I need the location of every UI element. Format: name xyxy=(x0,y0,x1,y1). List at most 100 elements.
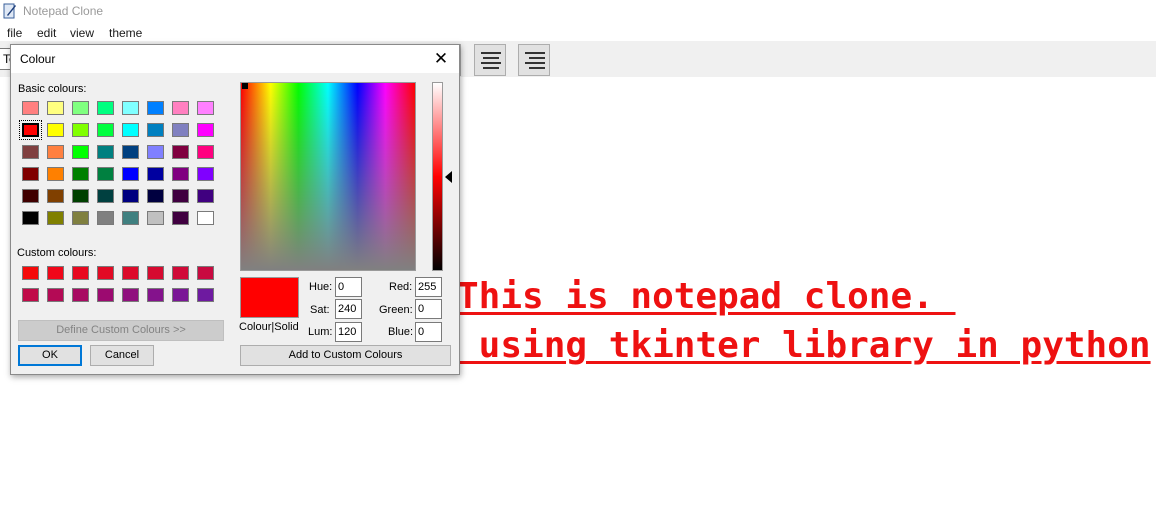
define-custom-colours-button[interactable]: Define Custom Colours >> xyxy=(18,320,224,341)
basic-colour-swatch[interactable] xyxy=(172,211,189,225)
menubar: file edit view theme xyxy=(0,24,1156,42)
basic-colour-swatch[interactable] xyxy=(122,189,139,203)
custom-colour-swatch[interactable] xyxy=(197,266,214,280)
basic-colour-swatch[interactable] xyxy=(47,189,64,203)
cancel-button[interactable]: Cancel xyxy=(90,345,154,366)
basic-colour-swatch[interactable] xyxy=(147,211,164,225)
basic-colour-swatch[interactable] xyxy=(197,167,214,181)
custom-colour-swatch[interactable] xyxy=(122,266,139,280)
basic-colour-swatch[interactable] xyxy=(72,211,89,225)
align-center-icon xyxy=(481,52,501,69)
basic-colour-swatch[interactable] xyxy=(72,123,89,137)
basic-colour-swatch[interactable] xyxy=(97,211,114,225)
basic-colour-swatch[interactable] xyxy=(47,101,64,115)
basic-colour-swatch[interactable] xyxy=(147,145,164,159)
colour-solid-label: Colour|Solid xyxy=(239,321,299,333)
basic-colour-swatch[interactable] xyxy=(122,211,139,225)
basic-colour-swatch[interactable] xyxy=(97,189,114,203)
basic-colour-swatch[interactable] xyxy=(97,101,114,115)
basic-colour-swatch[interactable] xyxy=(147,101,164,115)
align-right-button[interactable] xyxy=(518,44,550,76)
basic-colour-swatch[interactable] xyxy=(22,211,39,225)
green-label: Green: xyxy=(379,304,413,316)
custom-colour-swatch[interactable] xyxy=(147,266,164,280)
custom-colour-swatch[interactable] xyxy=(97,288,114,302)
blue-label: Blue: xyxy=(388,326,414,338)
luminosity-slider[interactable] xyxy=(432,82,443,271)
basic-colour-swatch[interactable] xyxy=(197,145,214,159)
basic-colour-swatch[interactable] xyxy=(47,145,64,159)
luminosity-arrow-icon[interactable] xyxy=(445,171,452,183)
basic-colour-swatch[interactable] xyxy=(97,167,114,181)
sat-input[interactable]: 240 xyxy=(335,299,362,319)
colour-spectrum[interactable] xyxy=(240,82,416,271)
basic-colour-swatch[interactable] xyxy=(172,167,189,181)
crosshair-icon xyxy=(242,83,248,89)
basic-colour-swatch[interactable] xyxy=(47,167,64,181)
basic-colour-swatch[interactable] xyxy=(147,167,164,181)
add-to-custom-colours-button[interactable]: Add to Custom Colours xyxy=(240,345,451,366)
menu-view[interactable]: view xyxy=(70,26,94,40)
basic-colour-swatch[interactable] xyxy=(172,145,189,159)
basic-colour-swatch[interactable] xyxy=(147,123,164,137)
basic-colour-swatch[interactable] xyxy=(197,189,214,203)
red-input[interactable]: 255 xyxy=(415,277,442,297)
basic-colour-swatch[interactable] xyxy=(122,167,139,181)
basic-colour-swatch[interactable] xyxy=(172,189,189,203)
basic-colour-swatch[interactable] xyxy=(172,101,189,115)
ok-button[interactable]: OK xyxy=(18,345,82,366)
custom-colour-swatch[interactable] xyxy=(72,266,89,280)
lum-input[interactable]: 120 xyxy=(335,322,362,342)
hue-label: Hue: xyxy=(309,281,333,293)
basic-colour-swatch[interactable] xyxy=(22,189,39,203)
colour-dialog: Colour ✕ Basic colours: Custom colours: … xyxy=(10,44,460,375)
menu-edit[interactable]: edit xyxy=(37,26,56,40)
basic-colour-swatch[interactable] xyxy=(47,211,64,225)
custom-colour-swatch[interactable] xyxy=(122,288,139,302)
custom-colour-swatch[interactable] xyxy=(172,288,189,302)
basic-colour-swatch[interactable] xyxy=(22,145,39,159)
custom-colour-swatch[interactable] xyxy=(172,266,189,280)
basic-colour-swatch[interactable] xyxy=(172,123,189,137)
colour-preview xyxy=(240,277,299,318)
basic-colour-swatch[interactable] xyxy=(197,211,214,225)
basic-colour-swatch[interactable] xyxy=(122,145,139,159)
sat-label: Sat: xyxy=(310,304,330,316)
custom-colour-swatch[interactable] xyxy=(97,266,114,280)
basic-colour-swatch[interactable] xyxy=(22,101,39,115)
basic-colour-swatch[interactable] xyxy=(122,101,139,115)
basic-colour-swatch[interactable] xyxy=(147,189,164,203)
basic-colour-swatch[interactable] xyxy=(19,120,42,140)
basic-colour-swatch[interactable] xyxy=(72,101,89,115)
basic-colour-swatch[interactable] xyxy=(97,145,114,159)
green-input[interactable]: 0 xyxy=(415,299,442,319)
custom-colour-swatch[interactable] xyxy=(147,288,164,302)
blue-input[interactable]: 0 xyxy=(415,322,442,342)
window-titlebar: Notepad Clone xyxy=(0,0,1156,22)
basic-colour-swatch[interactable] xyxy=(47,123,64,137)
custom-colours-label: Custom colours: xyxy=(17,247,97,259)
menu-file[interactable]: file xyxy=(7,26,22,40)
menu-theme[interactable]: theme xyxy=(109,26,142,40)
notepad-app-icon xyxy=(3,3,16,19)
custom-colour-swatch[interactable] xyxy=(197,288,214,302)
basic-colour-swatch[interactable] xyxy=(22,167,39,181)
basic-colour-swatch[interactable] xyxy=(197,101,214,115)
basic-colour-swatch[interactable] xyxy=(72,145,89,159)
align-center-button[interactable] xyxy=(474,44,506,76)
custom-colour-swatch[interactable] xyxy=(47,266,64,280)
basic-colour-swatch[interactable] xyxy=(72,189,89,203)
dialog-title: Colour xyxy=(20,52,56,66)
lum-label: Lum: xyxy=(308,326,333,338)
hue-input[interactable]: 0 xyxy=(335,277,362,297)
window-title: Notepad Clone xyxy=(23,4,104,18)
custom-colour-swatch[interactable] xyxy=(47,288,64,302)
basic-colour-swatch[interactable] xyxy=(197,123,214,137)
basic-colour-swatch[interactable] xyxy=(97,123,114,137)
basic-colour-swatch[interactable] xyxy=(122,123,139,137)
close-icon[interactable]: ✕ xyxy=(429,48,453,70)
basic-colour-swatch[interactable] xyxy=(72,167,89,181)
custom-colour-swatch[interactable] xyxy=(22,266,39,280)
custom-colour-swatch[interactable] xyxy=(22,288,39,302)
custom-colour-swatch[interactable] xyxy=(72,288,89,302)
